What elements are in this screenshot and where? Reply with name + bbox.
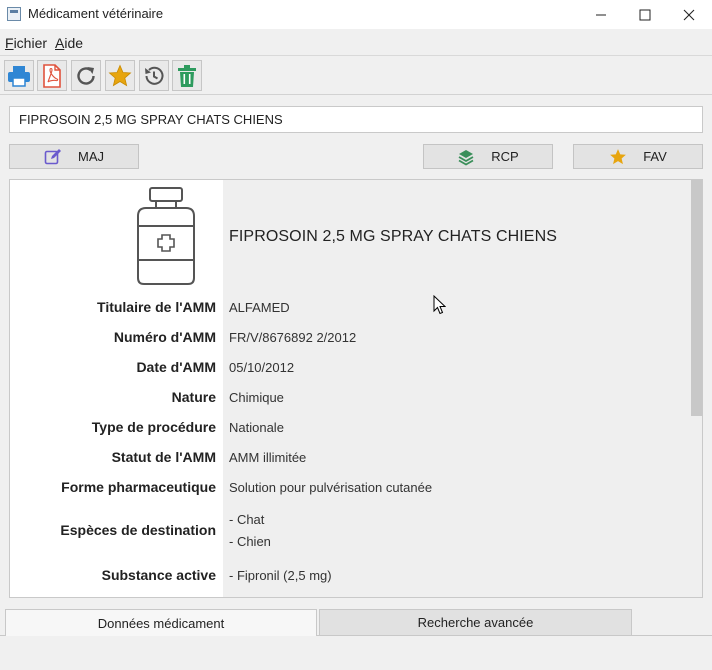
rcp-button[interactable]: RCP — [423, 144, 553, 169]
star-icon — [108, 63, 132, 86]
pdf-icon — [43, 63, 61, 88]
toolbar — [0, 57, 712, 95]
history-button[interactable] — [139, 60, 169, 91]
medicine-bottle-icon — [134, 186, 198, 289]
delete-button[interactable] — [172, 60, 202, 91]
field-value-titulaire: ALFAMED — [229, 300, 290, 315]
print-button[interactable] — [4, 60, 34, 91]
field-label-statut: Statut de l'AMM — [111, 449, 216, 465]
field-label-type-procedure: Type de procédure — [91, 419, 216, 435]
mouse-cursor-icon — [433, 294, 447, 318]
search-input[interactable] — [10, 107, 702, 132]
minimize-icon — [596, 14, 606, 15]
vertical-scrollbar[interactable] — [691, 180, 702, 597]
field-value-statut: AMM illimitée — [229, 450, 307, 465]
fav-label: FAV — [643, 149, 667, 164]
field-value-nature: Chimique — [229, 390, 284, 405]
refresh-button[interactable] — [71, 60, 101, 91]
history-icon — [145, 66, 164, 85]
favorite-button[interactable] — [105, 60, 135, 91]
tab-recherche-avancee[interactable]: Recherche avancée — [319, 609, 632, 636]
maximize-button[interactable] — [622, 0, 668, 29]
close-icon — [683, 9, 695, 20]
maj-button[interactable]: MAJ — [9, 144, 139, 169]
field-label-forme: Forme pharmaceutique — [61, 479, 216, 495]
drug-name: FIPROSOIN 2,5 MG SPRAY CHATS CHIENS — [229, 228, 558, 245]
drug-details-panel: FIPROSOIN 2,5 MG SPRAY CHATS CHIENS Titu… — [9, 179, 703, 598]
field-value-substance: - Fipronil (2,5 mg) — [229, 568, 332, 583]
pdf-button[interactable] — [37, 60, 67, 91]
field-value-forme: Solution pour pulvérisation cutanée — [229, 480, 433, 495]
field-value-type-procedure: Nationale — [229, 420, 284, 435]
field-label-substance: Substance active — [101, 567, 216, 583]
maj-label: MAJ — [78, 149, 104, 164]
field-label-nature: Nature — [171, 389, 216, 405]
field-value-especes-chat: - Chat — [229, 512, 265, 527]
window-title: Médicament vétérinaire — [28, 6, 164, 21]
edit-icon — [44, 148, 62, 166]
layers-icon — [457, 148, 475, 166]
tab-donnees-medicament[interactable]: Données médicament — [5, 609, 317, 636]
field-value-date: 05/10/2012 — [229, 360, 295, 375]
refresh-icon — [77, 66, 95, 85]
title-bar: Médicament vétérinaire — [0, 0, 712, 29]
scrollbar-thumb[interactable] — [691, 180, 702, 416]
trash-icon — [178, 64, 196, 87]
menu-fichier[interactable]: Fichier — [5, 35, 47, 51]
status-bar — [0, 646, 712, 670]
menu-aide[interactable]: Aide — [55, 35, 83, 51]
print-icon — [8, 65, 30, 87]
field-label-date: Date d'AMM — [136, 359, 216, 375]
rcp-label: RCP — [491, 149, 519, 164]
field-value-numero: FR/V/8676892 2/2012 — [229, 330, 357, 345]
fav-button[interactable]: FAV — [573, 144, 703, 169]
menu-bar: Fichier Aide — [0, 29, 712, 56]
field-value-especes-chien: - Chien — [229, 534, 271, 549]
app-icon — [7, 7, 21, 21]
field-label-titulaire: Titulaire de l'AMM — [97, 299, 216, 315]
field-label-especes: Espèces de destination — [60, 522, 216, 538]
star-icon — [609, 148, 627, 166]
maximize-icon — [639, 9, 651, 20]
field-label-numero: Numéro d'AMM — [113, 329, 216, 345]
search-field[interactable] — [9, 106, 703, 133]
close-button[interactable] — [666, 0, 712, 29]
minimize-button[interactable] — [578, 0, 624, 29]
